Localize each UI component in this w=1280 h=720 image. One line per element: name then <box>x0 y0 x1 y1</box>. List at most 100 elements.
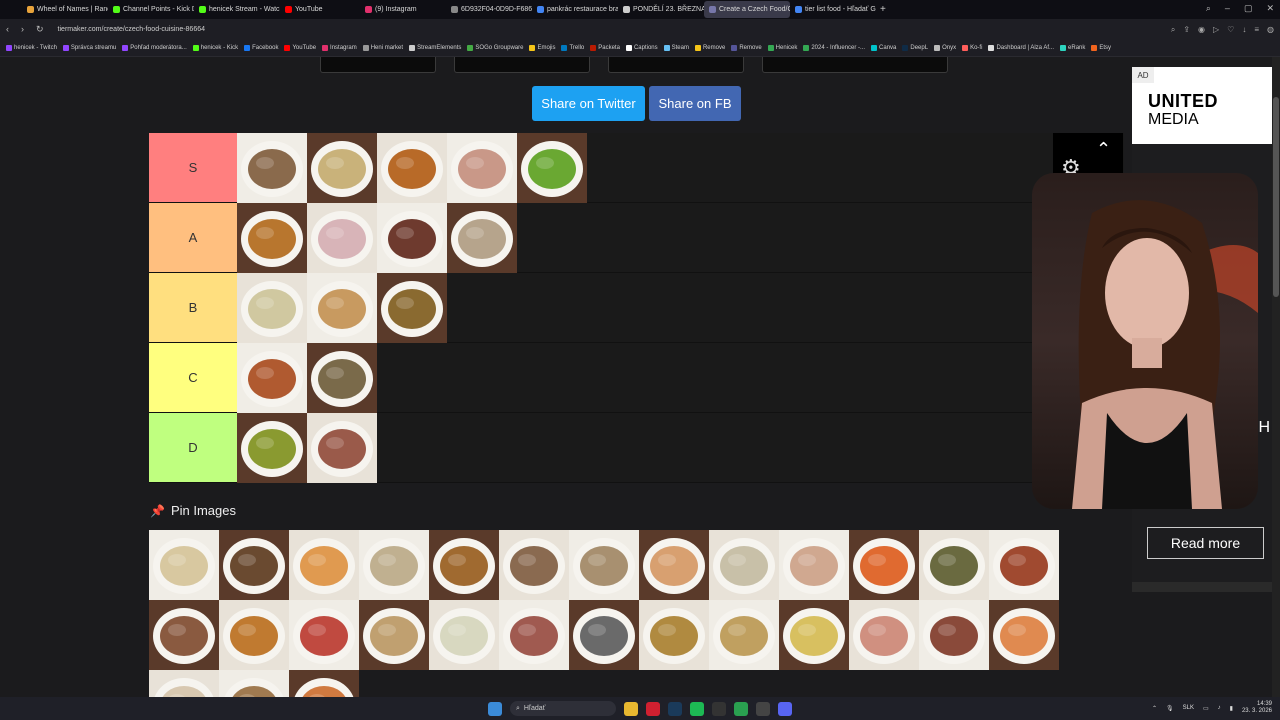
bookmark-item[interactable]: Facebook <box>244 45 278 51</box>
food-image[interactable] <box>377 273 447 343</box>
bookmark-item[interactable]: Onyx <box>934 45 956 51</box>
food-image[interactable] <box>307 203 377 273</box>
food-image[interactable] <box>289 670 359 697</box>
bookmark-item[interactable]: Henicek <box>767 45 797 51</box>
bookmark-item[interactable]: Etsy <box>1091 45 1111 51</box>
microphone-icon[interactable]: 🎙 <box>1166 705 1174 712</box>
play-icon[interactable]: ▷ <box>1213 25 1219 35</box>
volume-icon[interactable]: ♪ <box>1218 705 1221 711</box>
app-icon[interactable] <box>756 701 770 716</box>
bookmark-item[interactable]: Instagram <box>322 45 357 51</box>
xbox-icon[interactable] <box>712 701 726 716</box>
bookmark-item[interactable]: Ko-fi <box>962 45 982 51</box>
extension-icon[interactable]: ◍ <box>1267 25 1274 35</box>
food-image[interactable] <box>919 530 989 600</box>
maximize-icon[interactable]: ▢ <box>1244 3 1253 14</box>
bookmark-item[interactable]: YouTube <box>284 45 316 51</box>
reload-icon[interactable]: ↻ <box>36 24 44 35</box>
food-image[interactable] <box>989 530 1059 600</box>
battery-icon[interactable]: ▮ <box>1230 705 1233 712</box>
food-image[interactable] <box>849 600 919 670</box>
food-image[interactable] <box>237 413 307 483</box>
food-image[interactable] <box>377 203 447 273</box>
camera-icon[interactable]: ◉ <box>1198 25 1205 35</box>
minimize-icon[interactable]: – <box>1225 3 1230 14</box>
browser-tab[interactable]: tier list food - Hľadať Goo <box>790 1 876 18</box>
bookmark-item[interactable]: Správca streamu <box>62 45 116 51</box>
bookmark-item[interactable]: Remove <box>694 45 725 51</box>
food-image[interactable] <box>149 670 219 697</box>
bookmark-item[interactable]: SOGo Groupware <box>467 45 523 51</box>
toolbar-button[interactable] <box>454 57 590 73</box>
browser-tab[interactable]: Create a Czech Food/Cui <box>704 1 790 18</box>
zoom-icon[interactable]: ⌕ <box>1171 25 1175 35</box>
url-field[interactable]: tiermaker.com/create/czech-food-cuisine-… <box>58 26 205 33</box>
bookmark-item[interactable]: Steam <box>663 45 689 51</box>
food-image[interactable] <box>447 133 517 203</box>
food-image[interactable] <box>639 600 709 670</box>
search-tabs-icon[interactable]: ⌕ <box>1206 3 1211 14</box>
food-image[interactable] <box>237 273 307 343</box>
food-image[interactable] <box>307 413 377 483</box>
bookmark-item[interactable]: henicek - Kick <box>192 45 238 51</box>
tier-label[interactable]: S <box>149 133 237 202</box>
browser-tab[interactable]: Wheel of Names | Rando <box>22 1 108 18</box>
food-image[interactable] <box>709 600 779 670</box>
food-image[interactable] <box>377 133 447 203</box>
bookmark-item[interactable]: Packeta <box>590 45 620 51</box>
food-image[interactable] <box>289 530 359 600</box>
food-image[interactable] <box>219 530 289 600</box>
food-image[interactable] <box>219 670 289 697</box>
toolbar-button[interactable] <box>320 57 436 73</box>
bookmark-item[interactable]: StreamElements <box>409 45 461 51</box>
file-explorer-icon[interactable] <box>624 701 638 716</box>
clock[interactable]: 14:39 23. 3. 2026 <box>1242 701 1272 715</box>
bookmark-item[interactable]: Emojis <box>529 45 555 51</box>
network-icon[interactable]: ▭ <box>1203 705 1209 712</box>
food-image[interactable] <box>307 343 377 413</box>
chevron-up-icon[interactable]: ⌃ <box>1152 705 1157 712</box>
food-image[interactable] <box>237 133 307 203</box>
bookmark-item[interactable]: Captions <box>625 45 658 51</box>
browser-tab[interactable]: PONDĚLÍ 23. BŘEZNA <box>618 1 704 18</box>
bookmark-item[interactable]: Remove <box>731 45 762 51</box>
bookmark-icon[interactable]: ♡ <box>1227 25 1234 35</box>
bookmark-item[interactable]: 2024 - Influencer -... <box>803 45 865 51</box>
food-image[interactable] <box>307 133 377 203</box>
bookmark-item[interactable]: Dashboard | Alza Af... <box>988 45 1054 51</box>
browser-tab[interactable]: YouTube <box>280 1 360 18</box>
food-image[interactable] <box>429 530 499 600</box>
tier-label[interactable]: B <box>149 273 237 342</box>
food-image[interactable] <box>237 343 307 413</box>
scrollbar-thumb[interactable] <box>1273 97 1279 297</box>
share-twitter-button[interactable]: Share on Twitter <box>532 86 645 121</box>
bookmark-item[interactable]: eRank <box>1060 45 1085 51</box>
food-image[interactable] <box>149 600 219 670</box>
food-image[interactable] <box>447 203 517 273</box>
spotify-icon[interactable] <box>690 701 704 716</box>
close-icon[interactable]: ✕ <box>1266 3 1274 14</box>
tier-label[interactable]: A <box>149 203 237 272</box>
share-facebook-button[interactable]: Share on FB <box>649 86 741 121</box>
bookmark-item[interactable]: Pohľad moderátora... <box>122 45 187 51</box>
forward-icon[interactable]: › <box>21 24 24 35</box>
opera-icon[interactable] <box>646 701 660 716</box>
bookmark-item[interactable]: henicek - Twitch <box>6 45 57 51</box>
food-image[interactable] <box>359 600 429 670</box>
food-image[interactable] <box>779 600 849 670</box>
food-image[interactable] <box>919 600 989 670</box>
browser-tab[interactable]: 6D932F04-0D9D-F686-2 <box>446 1 532 18</box>
food-image[interactable] <box>499 530 569 600</box>
toolbar-button[interactable] <box>608 57 744 73</box>
language-indicator[interactable]: SLK <box>1183 705 1194 711</box>
read-more-button[interactable]: Read more <box>1147 527 1264 559</box>
chevron-up-icon[interactable]: ⌃ <box>1096 139 1111 160</box>
browser-tab[interactable]: (9) Instagram <box>360 1 446 18</box>
food-image[interactable] <box>569 600 639 670</box>
toolbar-button[interactable] <box>762 57 948 73</box>
share-page-icon[interactable]: ⇪ <box>1183 25 1190 35</box>
food-image[interactable] <box>709 530 779 600</box>
download-icon[interactable]: ↓ <box>1242 25 1246 35</box>
food-image[interactable] <box>517 133 587 203</box>
food-image[interactable] <box>429 600 499 670</box>
